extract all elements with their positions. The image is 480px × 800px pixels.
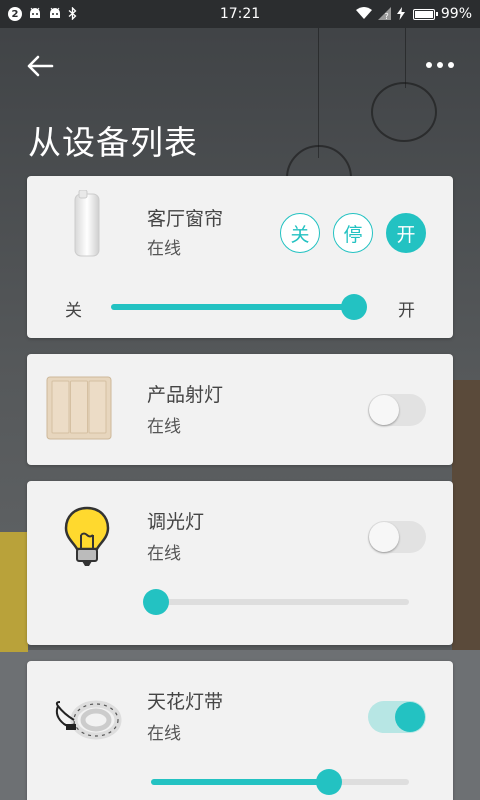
curtain-motor-icon (51, 190, 123, 262)
status-bar: 2 17:21 ? 99% (0, 0, 480, 28)
toggle-knob (395, 702, 425, 732)
signal-icon: ? (377, 6, 391, 22)
charging-icon (396, 6, 405, 22)
led-strip-power-toggle[interactable] (368, 701, 426, 733)
device-card-dimmer[interactable]: 调光灯 在线 (27, 481, 453, 645)
page-title: 从设备列表 (28, 123, 198, 162)
more-dots-icon (426, 62, 432, 68)
svg-text:?: ? (384, 12, 388, 20)
device-card-led-strip[interactable]: 天花灯带 在线 (27, 661, 453, 800)
toggle-knob (369, 395, 399, 425)
device-status: 在线 (147, 239, 181, 259)
device-status: 在线 (147, 544, 181, 564)
slider-thumb[interactable] (316, 769, 343, 795)
dimmer-power-toggle[interactable] (368, 521, 426, 553)
slider-max-label: 开 (398, 301, 415, 321)
back-button[interactable] (22, 48, 58, 84)
device-name: 天花灯带 (147, 691, 224, 713)
light-bulb-icon (51, 501, 123, 573)
slider-thumb[interactable] (341, 294, 368, 320)
device-name: 产品射灯 (147, 384, 224, 406)
android-icon (48, 7, 62, 21)
led-strip-icon (51, 683, 123, 755)
arrow-left-icon (27, 55, 54, 77)
led-strip-brightness-slider[interactable] (151, 769, 409, 795)
spotlight-power-toggle[interactable] (368, 394, 426, 426)
wifi-icon (355, 7, 372, 21)
device-status: 在线 (147, 724, 181, 744)
device-status: 在线 (147, 417, 181, 437)
device-card-spotlight[interactable]: 产品射灯 在线 (27, 354, 453, 465)
battery-icon (412, 8, 438, 20)
android-icon (28, 7, 42, 21)
slider-min-label: 关 (65, 301, 82, 321)
curtain-close-button[interactable]: 关 (280, 213, 320, 253)
device-name: 调光灯 (147, 511, 205, 533)
bluetooth-icon (68, 5, 77, 22)
toggle-knob (369, 522, 399, 552)
more-options-button[interactable] (420, 50, 460, 80)
device-card-curtain[interactable]: 客厅窗帘 在线 关 停 开 关 开 (27, 176, 453, 338)
curtain-position-slider[interactable] (111, 294, 368, 320)
slider-thumb[interactable] (143, 589, 170, 615)
wall-switch-icon (45, 374, 113, 442)
curtain-stop-button[interactable]: 停 (333, 213, 373, 253)
battery-percentage: 99% (440, 6, 472, 22)
device-name: 客厅窗帘 (147, 208, 224, 230)
curtain-open-button[interactable]: 开 (386, 213, 426, 253)
notification-count-badge: 2 (8, 7, 22, 21)
dimmer-brightness-slider[interactable] (143, 589, 409, 615)
